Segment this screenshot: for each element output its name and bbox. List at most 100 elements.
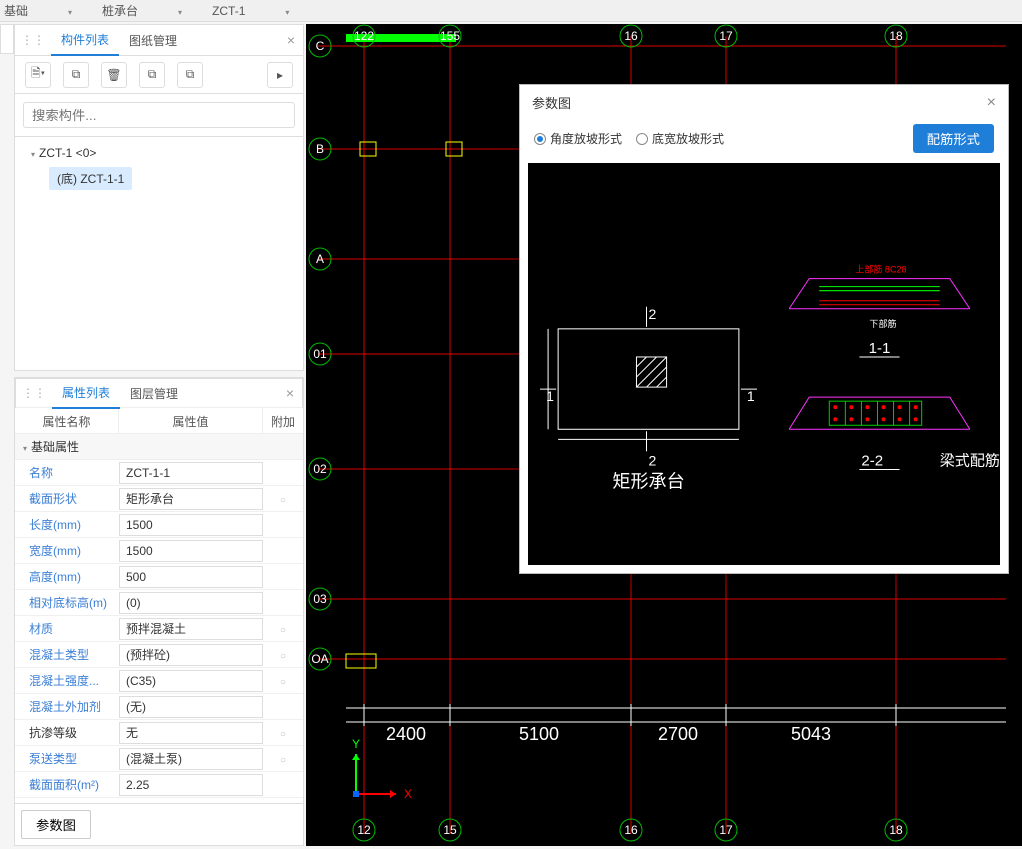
svg-text:2: 2 bbox=[649, 306, 657, 322]
radio-angle-slope[interactable]: 角度放坡形式 bbox=[534, 130, 622, 147]
svg-text:下部筋: 下部筋 bbox=[869, 318, 896, 329]
close-icon[interactable]: × bbox=[279, 32, 303, 48]
param-diagram-button[interactable]: 参数图 bbox=[21, 810, 91, 839]
new-button[interactable]: 🗎▾ bbox=[25, 62, 51, 88]
svg-text:2400: 2400 bbox=[386, 724, 426, 744]
svg-text:16: 16 bbox=[624, 29, 638, 43]
svg-text:B: B bbox=[316, 142, 324, 156]
prop-row[interactable]: 宽度(mm) bbox=[15, 538, 303, 564]
copy-button[interactable]: ⧉ bbox=[63, 62, 89, 88]
prop-label: 相对底标高(m) bbox=[15, 594, 119, 611]
prop-row[interactable]: 相对底标高(m) bbox=[15, 590, 303, 616]
svg-text:16: 16 bbox=[624, 823, 638, 837]
prop-value-input[interactable] bbox=[119, 566, 263, 588]
prop-extra bbox=[263, 674, 303, 688]
prop-value-input[interactable] bbox=[119, 488, 263, 510]
properties-panel: ⋮⋮ 属性列表 图层管理 × 属性名称 属性值 附加 基础属性 名称截面形状长度… bbox=[14, 377, 304, 846]
svg-text:155: 155 bbox=[440, 29, 460, 43]
prop-label: 高度(mm) bbox=[15, 568, 119, 585]
prop-value-input[interactable] bbox=[119, 514, 263, 536]
delete-button[interactable]: 🗑 bbox=[101, 62, 127, 88]
component-tabs: ⋮⋮ 构件列表 图纸管理 × bbox=[14, 24, 304, 56]
prop-row[interactable]: 名称 bbox=[15, 460, 303, 486]
grip-icon[interactable]: ⋮⋮ bbox=[16, 386, 52, 400]
col-value: 属性值 bbox=[119, 408, 263, 433]
crumb-3[interactable]: ZCT-1 bbox=[212, 4, 289, 18]
prop-value-input[interactable] bbox=[119, 748, 263, 770]
prop-row[interactable]: 抗渗等级 bbox=[15, 720, 303, 746]
prop-group-basic[interactable]: 基础属性 bbox=[15, 434, 303, 460]
prop-row[interactable]: 混凝土强度... bbox=[15, 668, 303, 694]
prop-value-input[interactable] bbox=[119, 670, 263, 692]
tab-drawings[interactable]: 图纸管理 bbox=[119, 24, 187, 56]
prop-row[interactable]: 长度(mm) bbox=[15, 512, 303, 538]
dialog-title: 参数图 bbox=[532, 93, 571, 112]
svg-text:1: 1 bbox=[747, 388, 755, 404]
tab-attributes[interactable]: 属性列表 bbox=[52, 377, 120, 409]
prop-value-input[interactable] bbox=[119, 618, 263, 640]
prop-value-input[interactable] bbox=[119, 774, 263, 796]
prop-row[interactable]: 截面面积(m²) bbox=[15, 772, 303, 798]
prop-value-input[interactable] bbox=[119, 696, 263, 718]
prop-row[interactable]: 泵送类型 bbox=[15, 746, 303, 772]
prop-value-input[interactable] bbox=[119, 722, 263, 744]
component-tree: ZCT-1 <0> (底) ZCT-1-1 bbox=[14, 137, 304, 371]
search-input[interactable] bbox=[23, 102, 295, 128]
close-icon[interactable]: × bbox=[278, 385, 302, 401]
more-button[interactable]: ▸ bbox=[267, 62, 293, 88]
radio-width-slope[interactable]: 底宽放坡形式 bbox=[636, 130, 724, 147]
prop-label: 材质 bbox=[15, 620, 119, 637]
dialog-title-bar[interactable]: 参数图 × bbox=[520, 85, 1008, 120]
dup-button[interactable]: ⧉ bbox=[139, 62, 165, 88]
svg-text:15: 15 bbox=[443, 823, 457, 837]
prop-row[interactable]: 材质 bbox=[15, 616, 303, 642]
prop-label: 长度(mm) bbox=[15, 516, 119, 533]
crumb-2[interactable]: 桩承台 bbox=[102, 2, 182, 19]
prop-value-input[interactable] bbox=[119, 462, 263, 484]
prop-label: 截面面积(m²) bbox=[15, 776, 119, 793]
paste-button[interactable]: ⧉ bbox=[177, 62, 203, 88]
prop-footer: 参数图 bbox=[15, 803, 303, 845]
prop-extra bbox=[263, 622, 303, 636]
grip-icon[interactable]: ⋮⋮ bbox=[15, 33, 51, 47]
prop-label: 名称 bbox=[15, 464, 119, 481]
svg-text:5100: 5100 bbox=[519, 724, 559, 744]
close-icon[interactable]: × bbox=[987, 94, 996, 112]
prop-label: 混凝土外加剂 bbox=[15, 698, 119, 715]
svg-text:矩形承台: 矩形承台 bbox=[612, 472, 684, 492]
tree-node-2[interactable]: (底) ZCT-1-1 bbox=[49, 167, 132, 190]
svg-text:18: 18 bbox=[889, 823, 903, 837]
prop-label: 抗渗等级 bbox=[15, 724, 119, 741]
svg-text:C: C bbox=[316, 39, 325, 53]
prop-rows: 名称截面形状长度(mm) 宽度(mm) 高度(mm) 相对底标高(m) 材质混凝土类型混… bbox=[15, 460, 303, 803]
prop-label: 混凝土强度... bbox=[15, 672, 119, 689]
prop-label: 泵送类型 bbox=[15, 750, 119, 767]
prop-extra bbox=[263, 648, 303, 662]
svg-text:5043: 5043 bbox=[791, 724, 831, 744]
prop-value-input[interactable] bbox=[119, 644, 263, 666]
svg-text:12: 12 bbox=[357, 823, 371, 837]
prop-value-input[interactable] bbox=[119, 540, 263, 562]
component-toolbar: 🗎▾ ⧉ 🗑 ⧉ ⧉ ▸ bbox=[14, 56, 304, 94]
svg-text:梁式配筋承台: 梁式配筋承台 bbox=[940, 452, 1000, 469]
tree-node-1[interactable]: ZCT-1 <0> bbox=[23, 143, 295, 163]
prop-row[interactable]: 高度(mm) bbox=[15, 564, 303, 590]
prop-row[interactable]: 混凝土外加剂 bbox=[15, 694, 303, 720]
prop-row[interactable]: 混凝土类型 bbox=[15, 642, 303, 668]
rebar-form-button[interactable]: 配筋形式 bbox=[913, 124, 994, 153]
tab-layers[interactable]: 图层管理 bbox=[120, 377, 188, 409]
svg-text:18: 18 bbox=[889, 29, 903, 43]
crumb-1[interactable]: 基础 bbox=[4, 2, 72, 19]
svg-text:X: X bbox=[404, 787, 412, 801]
svg-text:2700: 2700 bbox=[658, 724, 698, 744]
prop-tabs: ⋮⋮ 属性列表 图层管理 × bbox=[15, 378, 303, 408]
left-stub bbox=[0, 24, 14, 54]
tab-components[interactable]: 构件列表 bbox=[51, 24, 119, 56]
prop-row[interactable]: 截面形状 bbox=[15, 486, 303, 512]
svg-text:2: 2 bbox=[649, 452, 657, 468]
param-dialog: 参数图 × 角度放坡形式 底宽放坡形式 配筋形式 bbox=[519, 84, 1009, 574]
prop-value-input[interactable] bbox=[119, 592, 263, 614]
svg-text:A: A bbox=[316, 252, 324, 266]
col-name: 属性名称 bbox=[15, 408, 119, 433]
prop-label: 混凝土类型 bbox=[15, 646, 119, 663]
